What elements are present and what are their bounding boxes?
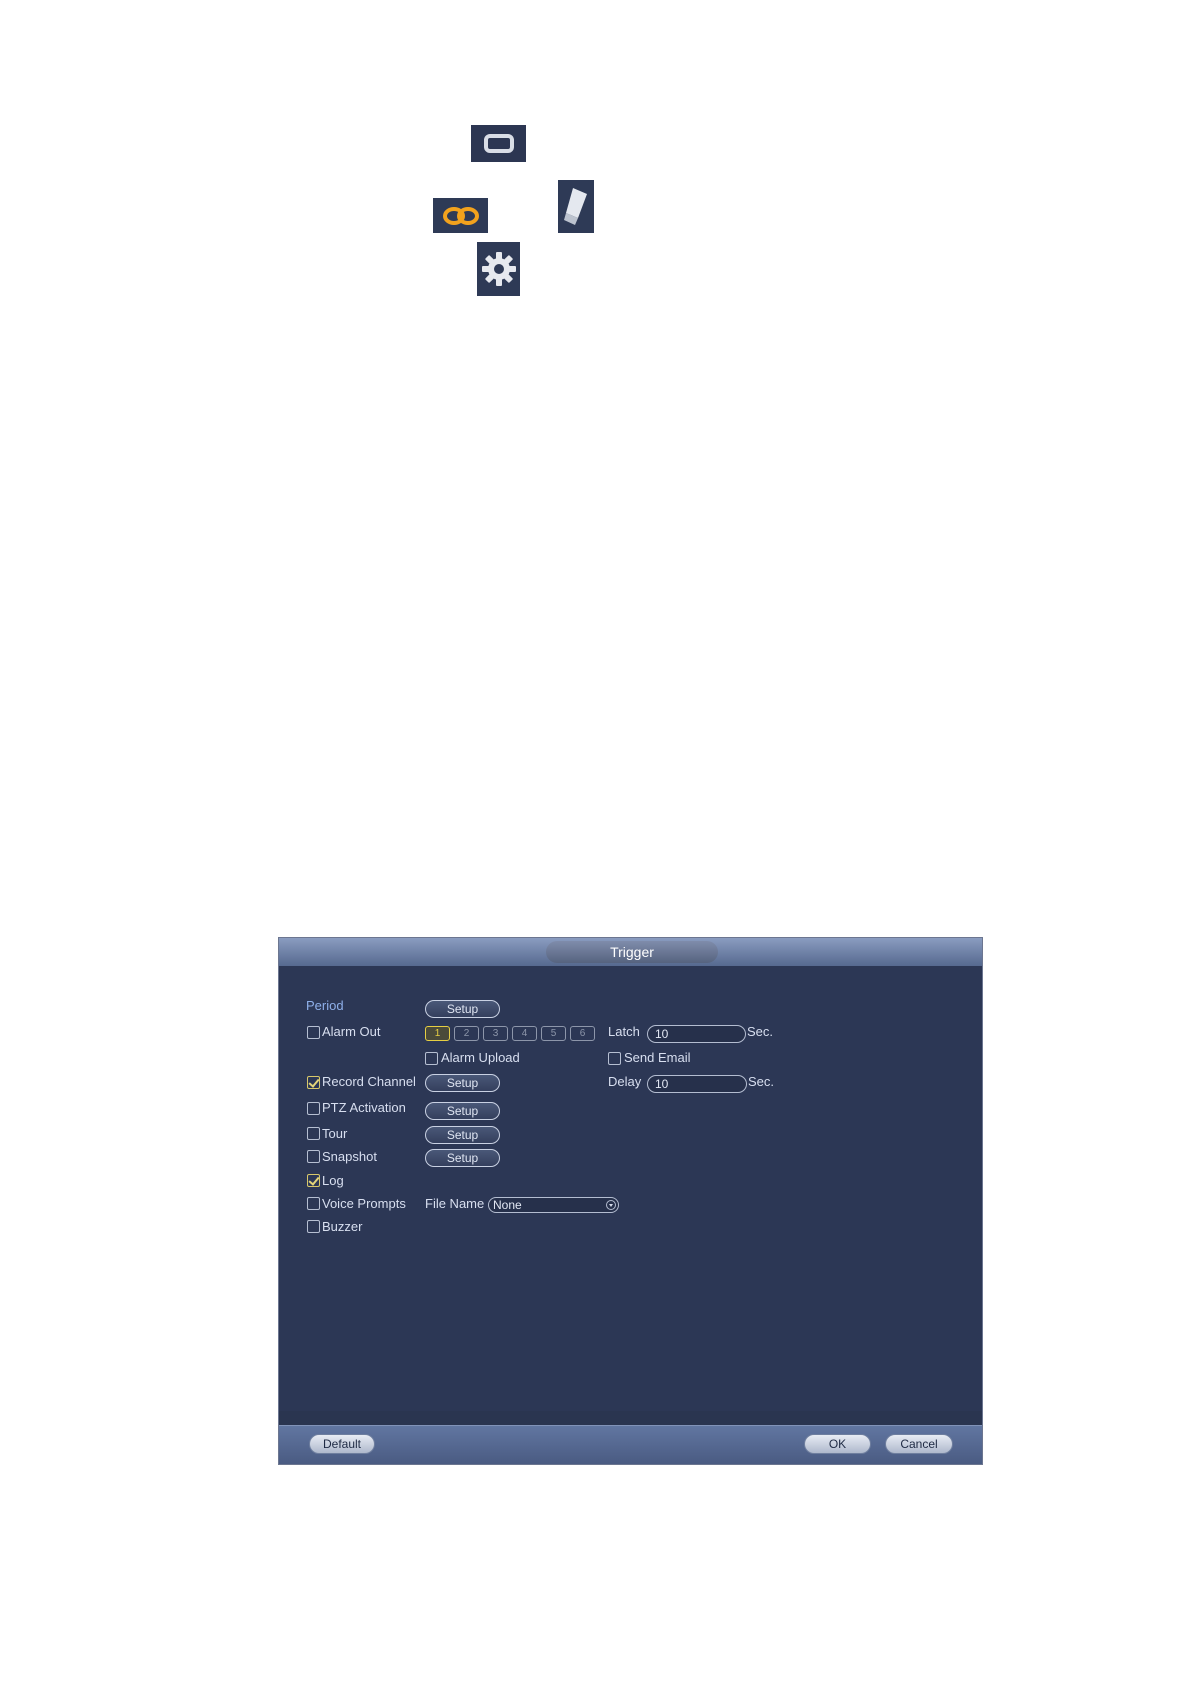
tour-checkbox[interactable] — [307, 1127, 320, 1140]
alarm-out-channel-6[interactable]: 6 — [570, 1026, 595, 1041]
eraser-icon — [558, 180, 594, 233]
ptz-activation-label: PTZ Activation — [322, 1100, 406, 1115]
ptz-setup-button[interactable]: Setup — [425, 1102, 500, 1120]
alarm-out-channel-1[interactable]: 1 — [425, 1026, 450, 1041]
tour-setup-button[interactable]: Setup — [425, 1126, 500, 1144]
voice-prompts-checkbox[interactable] — [307, 1197, 320, 1210]
dialog-footer: Default OK Cancel — [279, 1425, 982, 1464]
tour-label: Tour — [322, 1126, 348, 1141]
link-icon — [433, 198, 488, 233]
alarm-upload-label: Alarm Upload — [441, 1050, 520, 1065]
record-channel-label: Record Channel — [322, 1074, 416, 1089]
alarm-out-channel-4[interactable]: 4 — [512, 1026, 537, 1041]
dialog-title: Trigger — [546, 941, 718, 963]
trigger-dialog: Trigger Period Setup Alarm Out 1 2 3 4 5… — [278, 937, 983, 1465]
latch-label: Latch — [608, 1024, 640, 1039]
delay-sec-label: Sec. — [748, 1074, 775, 1089]
ok-button[interactable]: OK — [804, 1434, 871, 1454]
alarm-out-channel-5[interactable]: 5 — [541, 1026, 566, 1041]
alarm-upload-checkbox[interactable] — [425, 1052, 438, 1065]
delay-label: Delay — [608, 1074, 642, 1089]
snapshot-checkbox[interactable] — [307, 1150, 320, 1163]
alarm-out-channel-3[interactable]: 3 — [483, 1026, 508, 1041]
record-channel-checkbox[interactable] — [307, 1076, 320, 1089]
latch-input[interactable]: 10 — [647, 1025, 746, 1043]
log-label: Log — [322, 1173, 344, 1188]
record-channel-setup-button[interactable]: Setup — [425, 1074, 500, 1092]
latch-sec-label: Sec. — [747, 1024, 774, 1039]
alarm-out-channel-2[interactable]: 2 — [454, 1026, 479, 1041]
window-icon — [471, 125, 526, 162]
cancel-button[interactable]: Cancel — [885, 1434, 953, 1454]
dialog-titlebar: Trigger — [279, 938, 982, 967]
chevron-down-icon[interactable] — [606, 1200, 616, 1210]
period-setup-button[interactable]: Setup — [425, 1000, 500, 1018]
default-button[interactable]: Default — [309, 1434, 375, 1454]
voice-prompts-label: Voice Prompts — [322, 1196, 406, 1211]
delay-input[interactable]: 10 — [647, 1075, 747, 1093]
file-name-select[interactable]: None — [488, 1197, 619, 1213]
alarm-out-label: Alarm Out — [322, 1024, 381, 1039]
log-checkbox[interactable] — [307, 1174, 320, 1187]
buzzer-checkbox[interactable] — [307, 1220, 320, 1233]
file-name-value: None — [493, 1198, 522, 1212]
snapshot-label: Snapshot — [322, 1149, 377, 1164]
snapshot-setup-button[interactable]: Setup — [425, 1149, 500, 1167]
file-name-label: File Name — [425, 1196, 485, 1211]
buzzer-label: Buzzer — [322, 1219, 363, 1234]
period-label: Period — [306, 998, 344, 1013]
alarm-out-checkbox[interactable] — [307, 1026, 320, 1039]
send-email-checkbox[interactable] — [608, 1052, 621, 1065]
ptz-activation-checkbox[interactable] — [307, 1102, 320, 1115]
gear-icon — [477, 242, 520, 296]
send-email-label: Send Email — [624, 1050, 691, 1065]
